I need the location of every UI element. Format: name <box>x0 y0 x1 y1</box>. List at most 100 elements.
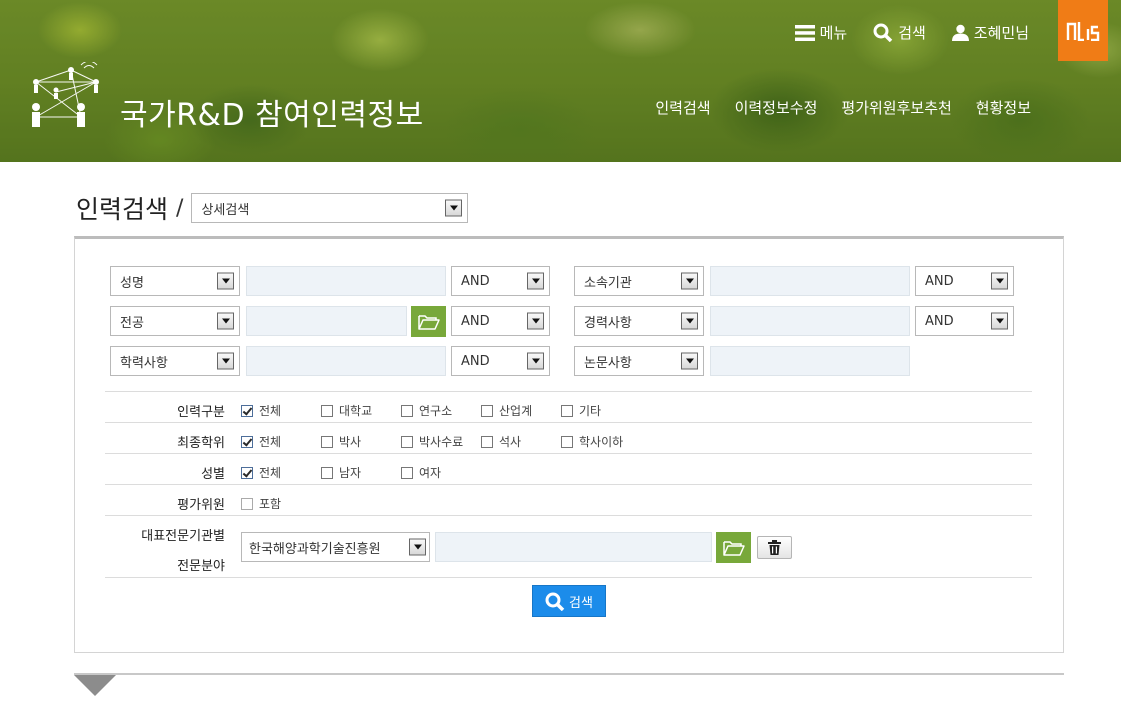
nav-personnel-search[interactable]: 인력검색 <box>655 97 710 118</box>
field-select-value: 전공 <box>120 315 144 331</box>
name-input[interactable] <box>246 266 446 296</box>
gender-female-checkbox[interactable]: 여자 <box>401 464 441 481</box>
checkbox-label: 박사수료 <box>419 435 464 449</box>
field-select-value: 학력사항 <box>120 355 168 371</box>
checkbox-icon <box>241 466 253 479</box>
checkbox-label: 석사 <box>499 435 522 449</box>
major-folder-button[interactable] <box>411 306 446 337</box>
checkbox-icon <box>401 435 413 448</box>
checkbox-icon <box>321 466 333 479</box>
field-select-paper[interactable]: 논문사항 <box>574 346 704 376</box>
personnel-type-other-checkbox[interactable]: 기타 <box>561 402 601 419</box>
menu-link[interactable]: 메뉴 <box>794 22 847 43</box>
field-select-name[interactable]: 성명 <box>110 266 240 296</box>
major-input[interactable] <box>246 306 407 336</box>
career-input[interactable] <box>710 306 910 336</box>
chevron-down-icon <box>991 272 1008 290</box>
checkbox-label: 전체 <box>259 435 282 449</box>
expert-institution-select[interactable]: 한국해양과학기술진흥원 <box>241 532 430 562</box>
search-button-label: 검색 <box>569 595 593 611</box>
field-select-affiliation[interactable]: 소속기관 <box>574 266 704 296</box>
chevron-down-icon <box>217 312 234 330</box>
chevron-down-icon <box>527 272 544 290</box>
search-mode-select[interactable]: 상세검색 <box>191 193 469 223</box>
operator-select[interactable]: AND <box>451 266 550 296</box>
checkbox-label: 여자 <box>419 466 442 480</box>
search-submit-button[interactable]: 검색 <box>532 585 606 617</box>
search-icon <box>873 23 893 42</box>
field-select-education[interactable]: 학력사항 <box>110 346 240 376</box>
checkbox-label: 학사이하 <box>579 435 624 449</box>
degree-master-checkbox[interactable]: 석사 <box>481 433 521 450</box>
collapse-triangle-icon[interactable] <box>74 675 116 696</box>
checkbox-icon <box>561 435 573 448</box>
checkbox-label: 전체 <box>259 404 282 418</box>
operator-value: AND <box>461 313 490 329</box>
personnel-type-label: 인력구분 <box>177 405 225 420</box>
operator-select[interactable]: AND <box>915 266 1014 296</box>
menu-icon <box>794 24 815 41</box>
checkbox-icon <box>241 435 253 448</box>
checkbox-label: 남자 <box>339 466 362 480</box>
checkbox-label: 박사 <box>339 435 362 449</box>
utility-nav: 메뉴 검색 조혜민님 <box>794 22 1029 43</box>
divider <box>105 484 1032 485</box>
chevron-down-icon <box>217 352 234 370</box>
search-link[interactable]: 검색 <box>873 22 926 43</box>
expert-field-label-line1: 대표전문기관별 <box>141 529 225 544</box>
nav-profile-edit[interactable]: 이력정보수정 <box>735 97 818 118</box>
paper-input[interactable] <box>710 346 910 376</box>
degree-label: 최종학위 <box>177 436 225 451</box>
affiliation-input[interactable] <box>710 266 910 296</box>
checkbox-icon <box>241 404 253 417</box>
site-header: 국가R&D 참여인력정보 메뉴 검색 조혜민님 인력검색 이력정보수정 평가위원… <box>0 0 1121 162</box>
operator-select[interactable]: AND <box>915 306 1014 336</box>
education-input[interactable] <box>246 346 446 376</box>
checkbox-icon <box>561 404 573 417</box>
nav-status-info[interactable]: 현황정보 <box>976 97 1031 118</box>
divider <box>105 515 1032 516</box>
clear-expert-field-button[interactable] <box>757 536 792 559</box>
ntis-logo-icon <box>1066 21 1100 41</box>
checkbox-icon <box>241 497 253 510</box>
operator-select[interactable]: AND <box>451 346 550 376</box>
ntis-logo-button[interactable] <box>1058 0 1108 61</box>
degree-phd-candidate-checkbox[interactable]: 박사수료 <box>401 433 463 450</box>
checkbox-icon <box>481 435 493 448</box>
site-title[interactable]: 국가R&D 참여인력정보 <box>120 90 424 134</box>
divider <box>105 453 1032 454</box>
operator-select[interactable]: AND <box>451 306 550 336</box>
field-select-major[interactable]: 전공 <box>110 306 240 336</box>
user-link[interactable]: 조혜민님 <box>951 22 1029 43</box>
personnel-type-all-checkbox[interactable]: 전체 <box>241 402 281 419</box>
chevron-down-icon <box>991 312 1008 330</box>
chevron-down-icon <box>681 272 698 290</box>
operator-value: AND <box>461 353 490 369</box>
search-icon <box>545 592 565 611</box>
degree-bachelor-below-checkbox[interactable]: 학사이하 <box>561 433 623 450</box>
expert-field-input[interactable] <box>435 532 712 562</box>
degree-phd-checkbox[interactable]: 박사 <box>321 433 361 450</box>
personnel-type-university-checkbox[interactable]: 대학교 <box>321 402 372 419</box>
folder-open-icon <box>722 540 745 556</box>
evaluator-label: 평가위원 <box>177 498 225 513</box>
gender-male-checkbox[interactable]: 남자 <box>321 464 361 481</box>
expert-institution-value: 한국해양과학기술진흥원 <box>249 541 381 557</box>
divider <box>105 422 1032 423</box>
nav-evaluator-recommend[interactable]: 평가위원후보추천 <box>841 97 951 118</box>
personnel-type-institute-checkbox[interactable]: 연구소 <box>401 402 452 419</box>
trash-icon <box>768 540 781 555</box>
divider <box>105 391 1032 392</box>
field-select-career[interactable]: 경력사항 <box>574 306 704 336</box>
degree-all-checkbox[interactable]: 전체 <box>241 433 281 450</box>
checkbox-label: 전체 <box>259 466 282 480</box>
operator-value: AND <box>925 313 954 329</box>
checkbox-icon <box>321 435 333 448</box>
folder-open-icon <box>417 314 440 330</box>
expert-field-folder-button[interactable] <box>716 532 751 563</box>
personnel-type-industry-checkbox[interactable]: 산업계 <box>481 402 532 419</box>
field-select-value: 소속기관 <box>584 275 632 291</box>
gender-label: 성별 <box>201 467 225 482</box>
gender-all-checkbox[interactable]: 전체 <box>241 464 281 481</box>
evaluator-include-checkbox[interactable]: 포함 <box>241 495 281 512</box>
